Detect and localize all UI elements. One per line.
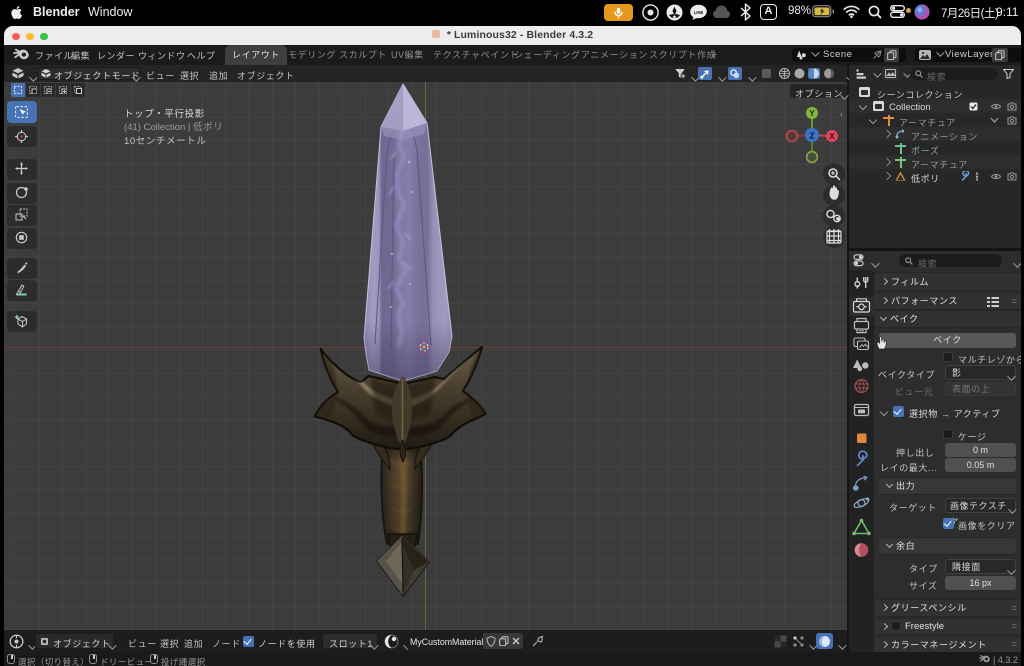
svg-text:Z: Z (809, 131, 814, 141)
svg-text:LINE: LINE (694, 10, 704, 15)
svg-text:X: X (829, 132, 835, 141)
svg-text:Y: Y (809, 109, 815, 118)
